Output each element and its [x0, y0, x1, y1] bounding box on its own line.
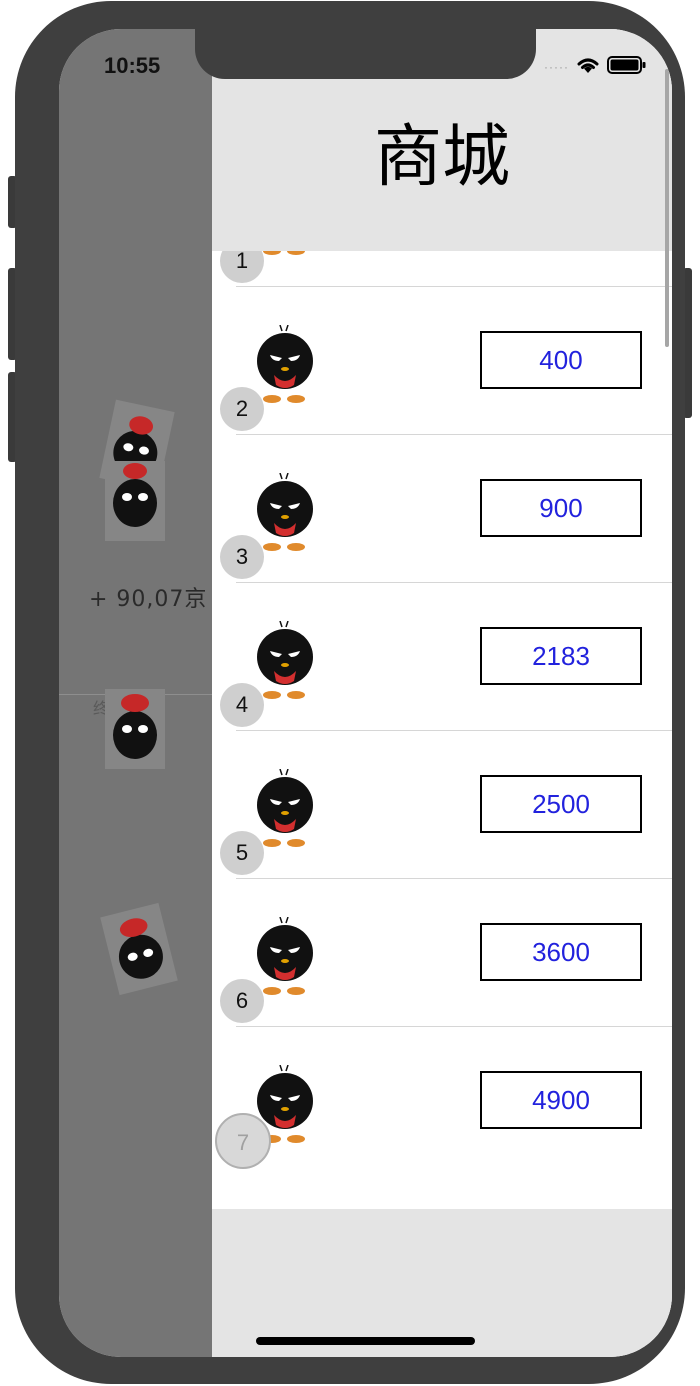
- wifi-icon: [575, 55, 601, 80]
- row-index-badge: 5: [220, 831, 264, 875]
- phone-frame: + 90,07京 终 … 戋 1100 2 400 3 900 4 2183 5 2500 6 36…: [15, 1, 685, 1384]
- table-row[interactable]: 1100: [212, 251, 672, 287]
- table-row[interactable]: 4 2183: [212, 583, 672, 731]
- table-row[interactable]: 5 2500: [212, 731, 672, 879]
- row-index-badge: 1: [220, 251, 264, 283]
- ghost-amount-text: + 90,07京: [89, 587, 208, 612]
- scroll-indicator[interactable]: [665, 69, 669, 347]
- row-index-badge: 3: [220, 535, 264, 579]
- status-time: 10:55: [104, 53, 161, 78]
- background-panel: + 90,07京 终 … 戋: [59, 29, 212, 1357]
- price-button[interactable]: 400: [480, 331, 642, 389]
- store-view: 1100 2 400 3 900 4 2183 5 2500 6 3600 7 4900 商城: [212, 29, 672, 1357]
- table-row[interactable]: 3 900: [212, 435, 672, 583]
- notch: [195, 29, 536, 79]
- status-icons: ·····: [544, 55, 647, 79]
- row-index-badge: 7: [215, 1113, 271, 1169]
- battery-icon: [607, 55, 647, 80]
- price-button[interactable]: 2500: [480, 775, 642, 833]
- price-button[interactable]: 900: [480, 479, 642, 537]
- sticker-penguin-3: [105, 689, 165, 769]
- table-row[interactable]: 6 3600: [212, 879, 672, 1027]
- fuzzball-penguin-icon: [252, 472, 318, 553]
- home-indicator[interactable]: [256, 1337, 475, 1345]
- page-title: 商城: [373, 118, 510, 197]
- screen: + 90,07京 终 … 戋 1100 2 400 3 900 4 2183 5 2500 6 36…: [59, 29, 672, 1357]
- bottom-bar: [212, 1209, 672, 1357]
- price-button[interactable]: 3600: [480, 923, 642, 981]
- signal-dots-icon: ·····: [544, 60, 569, 74]
- fuzzball-penguin-icon: [252, 620, 318, 701]
- price-button[interactable]: 2183: [480, 627, 642, 685]
- sticker-penguin-4: [100, 902, 178, 996]
- fuzzball-penguin-icon: [252, 324, 318, 405]
- row-index-badge: 6: [220, 979, 264, 1023]
- row-index-badge: 4: [220, 683, 264, 727]
- row-index-badge: 2: [220, 387, 264, 431]
- table-row[interactable]: 7 4900: [212, 1027, 672, 1175]
- fuzzball-penguin-icon: [252, 768, 318, 849]
- price-button[interactable]: 4900: [480, 1071, 642, 1129]
- sticker-penguin-2: [105, 461, 165, 541]
- table-row[interactable]: 2 400: [212, 287, 672, 435]
- fuzzball-penguin-icon: [252, 916, 318, 997]
- product-list[interactable]: 1100 2 400 3 900 4 2183 5 2500 6 3600 7 4900: [212, 251, 672, 1209]
